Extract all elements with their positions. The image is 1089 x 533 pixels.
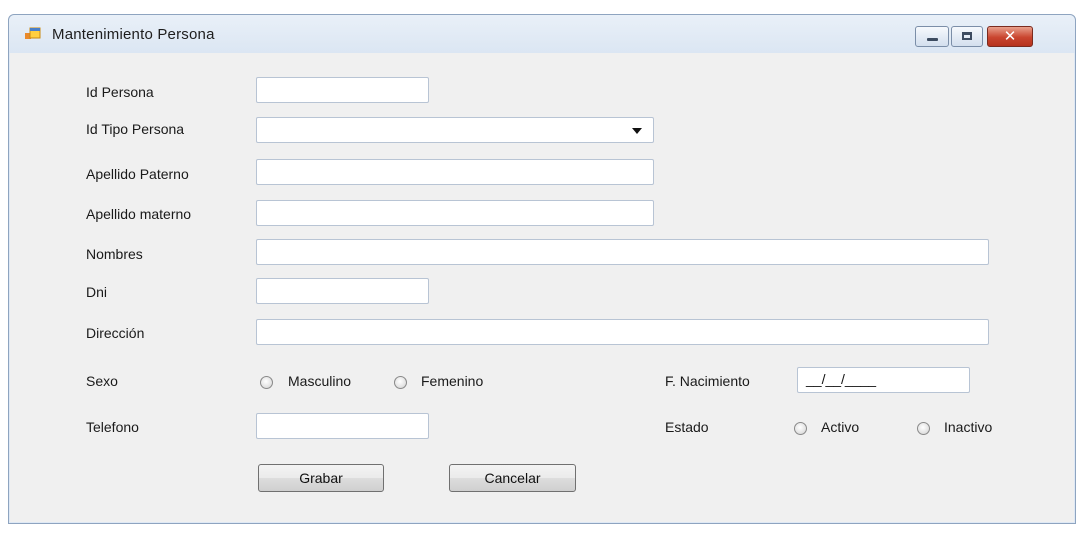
fecha-nacimiento-input[interactable]: __/__/____: [797, 367, 970, 393]
radio-activo[interactable]: [794, 422, 807, 435]
sexo-label: Sexo: [86, 373, 118, 389]
direccion-label: Dirección: [86, 325, 145, 341]
femenino-label[interactable]: Femenino: [421, 373, 483, 389]
masculino-label[interactable]: Masculino: [288, 373, 351, 389]
id-tipo-persona-label: Id Tipo Persona: [86, 121, 185, 137]
inactivo-label[interactable]: Inactivo: [944, 419, 992, 435]
telefono-input[interactable]: [256, 413, 429, 439]
maximize-button[interactable]: [951, 26, 983, 47]
close-button[interactable]: ✕: [987, 26, 1033, 47]
cancelar-button[interactable]: Cancelar: [449, 464, 576, 492]
fecha-nacimiento-mask: __/__/____: [806, 371, 877, 387]
minimize-button[interactable]: [915, 26, 949, 47]
apellido-materno-label: Apellido materno: [86, 206, 192, 222]
title-bar[interactable]: Mantenimiento Persona ✕: [9, 15, 1075, 53]
radio-masculino[interactable]: [260, 376, 273, 389]
maximize-icon: [962, 32, 972, 40]
grabar-button[interactable]: Grabar: [258, 464, 384, 492]
apellido-paterno-input[interactable]: [256, 159, 654, 185]
id-tipo-persona-combobox[interactable]: [256, 117, 654, 143]
dni-input[interactable]: [256, 278, 429, 304]
close-icon: ✕: [1003, 28, 1017, 45]
id-persona-input[interactable]: [256, 77, 429, 103]
radio-inactivo[interactable]: [917, 422, 930, 435]
app-icon: [25, 27, 41, 39]
minimize-icon: [927, 38, 938, 41]
apellido-materno-input[interactable]: [256, 200, 654, 226]
nombres-label: Nombres: [86, 246, 143, 262]
form-area: Id Persona Id Tipo Persona Apellido Pate…: [10, 53, 1074, 522]
fecha-nacimiento-label: F. Nacimiento: [665, 373, 750, 389]
main-window: Mantenimiento Persona ✕ Id Persona Id Ti…: [8, 14, 1076, 524]
telefono-label: Telefono: [86, 419, 139, 435]
direccion-input[interactable]: [256, 319, 989, 345]
window-title: Mantenimiento Persona: [52, 26, 215, 43]
id-persona-label: Id Persona: [86, 84, 154, 100]
chevron-down-icon[interactable]: [632, 128, 642, 134]
dni-label: Dni: [86, 284, 108, 300]
estado-label: Estado: [665, 419, 709, 435]
activo-label[interactable]: Activo: [821, 419, 859, 435]
nombres-input[interactable]: [256, 239, 989, 265]
apellido-paterno-label: Apellido Paterno: [86, 166, 189, 182]
radio-femenino[interactable]: [394, 376, 407, 389]
